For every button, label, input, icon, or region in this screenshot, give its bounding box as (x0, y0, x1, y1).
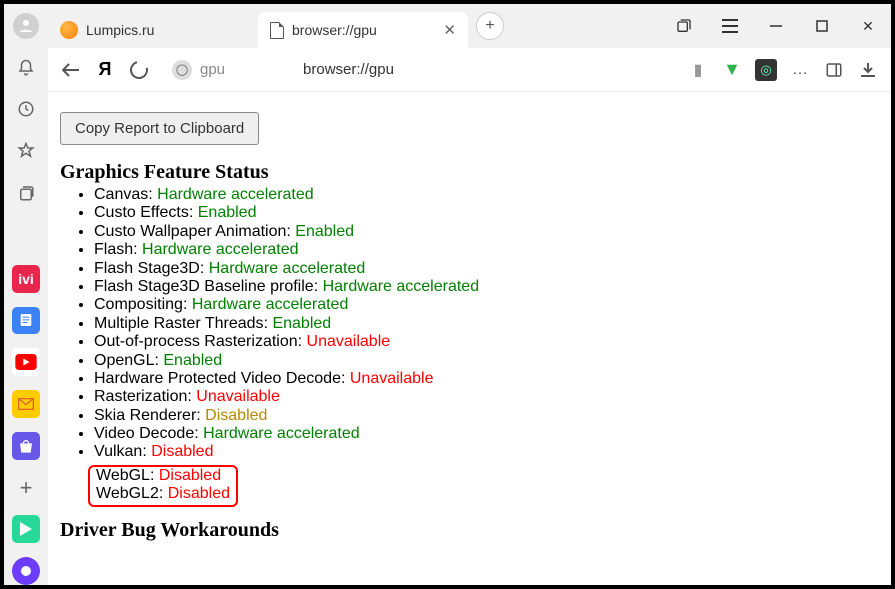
app-alice-icon[interactable] (12, 557, 40, 585)
tabs-overview-icon[interactable] (661, 4, 707, 48)
webgl-highlight-box: WebGL: DisabledWebGL2: Disabled (88, 465, 238, 507)
feature-item: Video Decode: Hardware accelerated (94, 425, 879, 443)
minimize-button[interactable] (753, 4, 799, 48)
new-tab-button[interactable]: + (476, 12, 504, 40)
graphics-status-heading: Graphics Feature Status (60, 161, 879, 184)
tab-active[interactable]: browser://gpu ✕ (258, 12, 468, 48)
feature-item: Hardware Protected Video Decode: Unavail… (94, 370, 879, 388)
more-icon[interactable]: … (789, 59, 811, 81)
feature-item: Vulkan: Disabled (94, 443, 879, 461)
app-youtube-icon[interactable] (12, 348, 40, 376)
collections-icon[interactable] (12, 179, 40, 207)
feature-item: WebGL: Disabled (96, 467, 230, 485)
favicon-page-icon (270, 22, 284, 39)
feature-item: Canvas: Hardware accelerated (94, 186, 879, 204)
app-bag-icon[interactable] (12, 432, 40, 460)
window-controls: ✕ (661, 4, 891, 48)
reload-icon[interactable] (128, 59, 150, 81)
url-text: browser://gpu (303, 61, 394, 78)
maximize-button[interactable] (799, 4, 845, 48)
history-icon[interactable] (12, 96, 40, 124)
url-field[interactable]: ◯ gpu browser://gpu (162, 55, 675, 85)
tab-label: Lumpics.ru (86, 22, 154, 38)
add-panel-icon[interactable]: + (12, 474, 40, 502)
back-icon[interactable] (60, 59, 82, 81)
feature-list-highlighted: WebGL: DisabledWebGL2: Disabled (94, 464, 879, 507)
feature-item: Custo Effects: Enabled (94, 204, 879, 222)
extension-icon[interactable]: ◎ (755, 59, 777, 81)
downloads-icon[interactable] (857, 59, 879, 81)
feature-item: OpenGL: Enabled (94, 352, 879, 370)
left-sidebar: ivi + (4, 4, 48, 585)
app-docs-icon[interactable] (12, 307, 40, 335)
copy-report-button[interactable]: Copy Report to Clipboard (60, 112, 259, 145)
site-info-icon[interactable]: ◯ (172, 60, 192, 80)
notifications-icon[interactable] (12, 54, 40, 82)
feature-item: Flash Stage3D Baseline profile: Hardware… (94, 278, 879, 296)
url-hint: gpu (200, 61, 225, 78)
sidebar-toggle-icon[interactable] (823, 59, 845, 81)
tab-label: browser://gpu (292, 22, 377, 38)
tab-inactive[interactable]: Lumpics.ru (48, 12, 258, 48)
tab-close-icon[interactable]: ✕ (443, 21, 456, 39)
app-mail-icon[interactable] (12, 390, 40, 418)
feature-item: Rasterization: Unavailable (94, 388, 879, 406)
page-content: Copy Report to Clipboard Graphics Featur… (48, 92, 891, 585)
feature-item: Flash Stage3D: Hardware accelerated (94, 260, 879, 278)
feature-item: Flash: Hardware accelerated (94, 241, 879, 259)
feature-item: Custo Wallpaper Animation: Enabled (94, 223, 879, 241)
feature-item: Multiple Raster Threads: Enabled (94, 315, 879, 333)
feature-item: Skia Renderer: Disabled (94, 407, 879, 425)
feature-item: Compositing: Hardware accelerated (94, 296, 879, 314)
feature-list: Canvas: Hardware acceleratedCusto Effect… (94, 186, 879, 462)
bookmark-icon[interactable]: ▮ (687, 59, 709, 81)
feature-item: Out-of-process Rasterization: Unavailabl… (94, 333, 879, 351)
feature-item: WebGL2: Disabled (96, 485, 230, 503)
yandex-home-icon[interactable]: Я (94, 59, 116, 81)
driver-bug-heading: Driver Bug Workarounds (60, 519, 879, 542)
app-ivi-icon[interactable]: ivi (12, 265, 40, 293)
address-bar: Я ◯ gpu browser://gpu ▮ ▼ ◎ … (48, 48, 891, 92)
profile-avatar[interactable] (12, 12, 40, 40)
app-play-icon[interactable] (12, 515, 40, 543)
menu-icon[interactable] (707, 4, 753, 48)
protect-shield-icon[interactable]: ▼ (721, 59, 743, 81)
close-window-button[interactable]: ✕ (845, 4, 891, 48)
favicon-lumpics-icon (60, 21, 78, 39)
bookmarks-icon[interactable] (12, 137, 40, 165)
